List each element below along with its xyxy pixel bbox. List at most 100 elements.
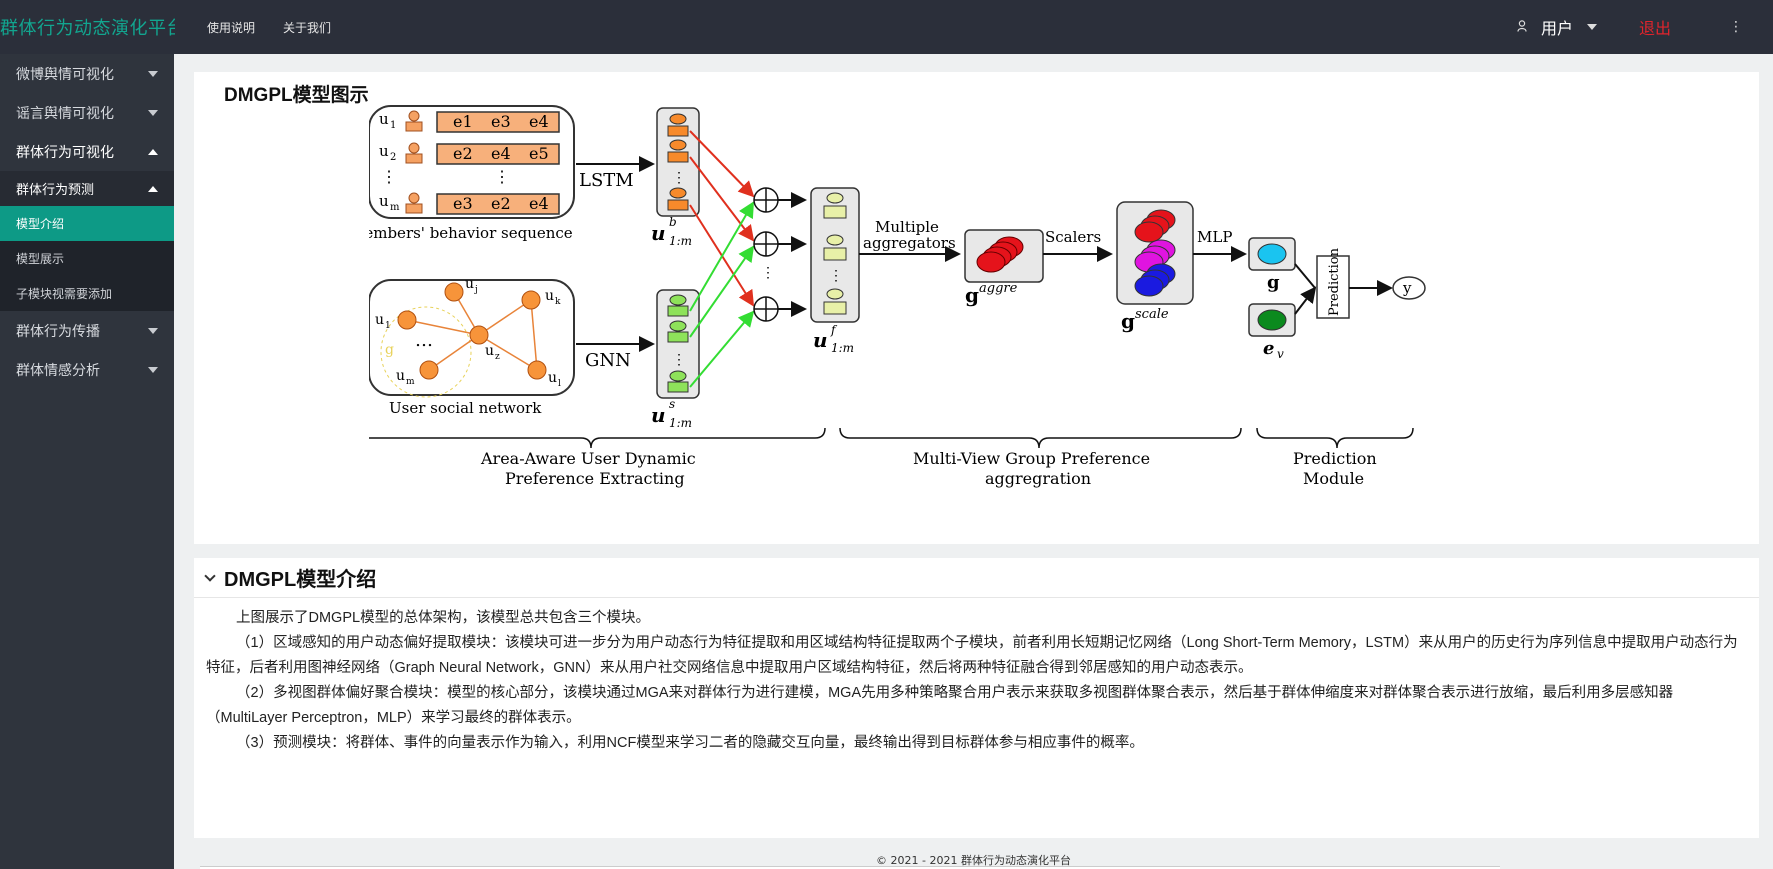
nav-about-link[interactable]: 关于我们 bbox=[283, 19, 331, 36]
logout-button[interactable]: 退出 bbox=[1639, 15, 1671, 39]
ev-label: e bbox=[1263, 338, 1274, 359]
dmgpl-architecture-diagram: u1 u2 ⋮ ⋮ um e1 e3 e4e2 e4 e5e3 e2 e4 Members'… bbox=[369, 105, 1426, 488]
svg-text:⋮: ⋮ bbox=[829, 268, 843, 284]
svg-text:m: m bbox=[390, 202, 400, 213]
svg-text:1: 1 bbox=[390, 120, 396, 131]
event-label: e3 bbox=[453, 194, 473, 213]
svg-text:1:m: 1:m bbox=[831, 341, 854, 355]
user-icon bbox=[1517, 19, 1527, 35]
nav-usage-link[interactable]: 使用说明 bbox=[207, 19, 255, 36]
mlp-label: MLP bbox=[1197, 228, 1232, 246]
svg-text:m: m bbox=[406, 377, 415, 387]
svg-text:u: u bbox=[651, 403, 666, 427]
intro-paragraph: （2）多视图群体偏好聚合模块：模型的核心部分，该模块通过MGA来对群体行为进行建… bbox=[206, 685, 1674, 726]
event-label: e2 bbox=[453, 144, 473, 163]
event-label: e5 bbox=[529, 144, 549, 163]
svg-text:⋮: ⋮ bbox=[381, 167, 397, 186]
top-nav: 使用说明 关于我们 bbox=[207, 19, 331, 36]
event-label: e4 bbox=[491, 144, 511, 163]
intro-paragraph: （1）区域感知的用户动态偏好提取模块：该模块可进一步分为用户动态行为特征提取和用… bbox=[206, 635, 1738, 676]
chevron-down-icon[interactable] bbox=[1586, 24, 1597, 30]
sidebar-item-weibo[interactable]: 微博舆情可视化 bbox=[0, 54, 174, 93]
model-diagram-panel: DMGPL模型图示 u1 u2 ⋮ ⋮ um e1 e3 e4 e2 e4 e5… bbox=[194, 72, 1759, 544]
svg-text:u: u bbox=[813, 328, 828, 352]
section3-title-a: Prediction bbox=[1293, 449, 1377, 468]
members-behavior-box: u1 u2 ⋮ ⋮ um e1 e3 e4e2 e4 e5e3 e2 e4 bbox=[369, 105, 575, 219]
svg-text:l: l bbox=[558, 379, 561, 389]
section2-title-a: Multi-View Group Preference bbox=[913, 449, 1150, 468]
svg-text:scale: scale bbox=[1135, 307, 1169, 322]
brand-title[interactable]: 群体行为动态演化平台 bbox=[0, 14, 175, 40]
svg-text:⋮: ⋮ bbox=[494, 167, 510, 186]
svg-text:k: k bbox=[555, 297, 561, 307]
top-bar: 群体行为动态演化平台 使用说明 关于我们 用户 退出 ⋮ bbox=[0, 0, 1773, 54]
sidebar-leaf-model-demo[interactable]: 模型展示 bbox=[0, 241, 174, 276]
panel-title: DMGPL模型介绍 bbox=[224, 569, 377, 591]
lstm-label: LSTM bbox=[579, 170, 634, 191]
intro-paragraph: （3）预测模块：将群体、事件的向量表示作为输入，利用NCF模型来学习二者的隐藏交… bbox=[236, 735, 1144, 751]
event-label: e4 bbox=[529, 112, 549, 131]
svg-text:⋮: ⋮ bbox=[672, 170, 686, 186]
svg-text:1:m: 1:m bbox=[669, 234, 692, 248]
aggregators-label: aggregators bbox=[863, 234, 956, 252]
sidebar-item-rumor[interactable]: 谣言舆情可视化 bbox=[0, 93, 174, 132]
more-menu-icon[interactable]: ⋮ bbox=[1729, 19, 1743, 35]
sidebar-item-label: 群体行为可视化 bbox=[16, 144, 114, 161]
sidebar-item-label: 群体行为传播 bbox=[16, 323, 100, 340]
sidebar-item-label: 微博舆情可视化 bbox=[16, 66, 114, 83]
section1-title-a: Area-Aware User Dynamic bbox=[480, 449, 696, 468]
y-label: y bbox=[1402, 279, 1412, 297]
svg-text:u: u bbox=[379, 192, 389, 210]
model-intro-panel: DMGPL模型介绍 上图展示了DMGPL模型的总体架构，该模型总共包含三个模块。… bbox=[194, 558, 1759, 838]
sidebar-item-sentiment[interactable]: 群体情感分析 bbox=[0, 350, 174, 389]
user-label-u1: u bbox=[379, 110, 389, 128]
section3-title-b: Module bbox=[1303, 469, 1364, 488]
ub-label: u bbox=[651, 221, 666, 245]
svg-text:v: v bbox=[1277, 347, 1284, 361]
svg-text:j: j bbox=[474, 285, 478, 295]
sidebar: 微博舆情可视化 谣言舆情可视化 群体行为可视化 群体行为预测 模型介绍 模型展示… bbox=[0, 54, 174, 869]
panel-header[interactable]: DMGPL模型介绍 bbox=[194, 558, 1759, 598]
svg-text:1:m: 1:m bbox=[669, 416, 692, 430]
prediction-box-label: Prediction bbox=[1327, 247, 1342, 316]
gnn-label: GNN bbox=[585, 350, 631, 371]
sidebar-item-propagation[interactable]: 群体行为传播 bbox=[0, 311, 174, 350]
scalers-label: Scalers bbox=[1045, 228, 1101, 246]
social-network-label: User social network bbox=[389, 399, 542, 417]
sidebar-subitem-label: 群体行为预测 bbox=[16, 183, 95, 198]
panel-body: 上图展示了DMGPL模型的总体架构，该模型总共包含三个模块。 （1）区域感知的用… bbox=[194, 598, 1759, 756]
event-label: e2 bbox=[491, 194, 511, 213]
svg-text:aggre: aggre bbox=[979, 281, 1018, 296]
svg-text:u: u bbox=[548, 370, 557, 386]
chevron-down-icon[interactable] bbox=[204, 569, 216, 582]
user-menu[interactable]: 用户 bbox=[1541, 15, 1573, 39]
svg-text:g: g bbox=[965, 283, 979, 307]
intro-paragraph: 上图展示了DMGPL模型的总体架构，该模型总共包含三个模块。 bbox=[236, 610, 651, 626]
svg-text:u: u bbox=[379, 142, 389, 160]
chevron-down-icon bbox=[148, 366, 158, 373]
svg-text:u: u bbox=[545, 288, 554, 304]
members-behavior-label: Members' behavior sequence bbox=[369, 224, 573, 242]
svg-text:z: z bbox=[495, 352, 500, 362]
chevron-down-icon bbox=[148, 109, 158, 116]
svg-text:⋮: ⋮ bbox=[761, 265, 775, 281]
chevron-up-icon bbox=[148, 148, 158, 155]
svg-text:s: s bbox=[669, 397, 675, 411]
svg-text:…: … bbox=[415, 330, 433, 351]
event-label: e4 bbox=[529, 194, 549, 213]
panel-title: DMGPL模型图示 bbox=[224, 85, 369, 106]
sidebar-leaf-submodule[interactable]: 子模块视需要添加 bbox=[0, 276, 174, 311]
event-label: e1 bbox=[453, 112, 473, 131]
sidebar-item-label: 谣言舆情可视化 bbox=[16, 105, 114, 122]
sidebar-item-label: 群体情感分析 bbox=[16, 362, 100, 379]
svg-text:u: u bbox=[465, 276, 474, 292]
chevron-down-icon bbox=[148, 70, 158, 77]
svg-text:g: g bbox=[1121, 309, 1135, 333]
svg-text:u: u bbox=[396, 368, 405, 384]
event-label: e3 bbox=[491, 112, 511, 131]
sidebar-subitem-prediction[interactable]: 群体行为预测 bbox=[0, 171, 174, 206]
svg-text:g: g bbox=[385, 342, 394, 358]
sidebar-item-group-behavior[interactable]: 群体行为可视化 bbox=[0, 132, 174, 171]
sidebar-leaf-model-intro[interactable]: 模型介绍 bbox=[0, 206, 174, 241]
svg-text:⋮: ⋮ bbox=[672, 352, 686, 368]
